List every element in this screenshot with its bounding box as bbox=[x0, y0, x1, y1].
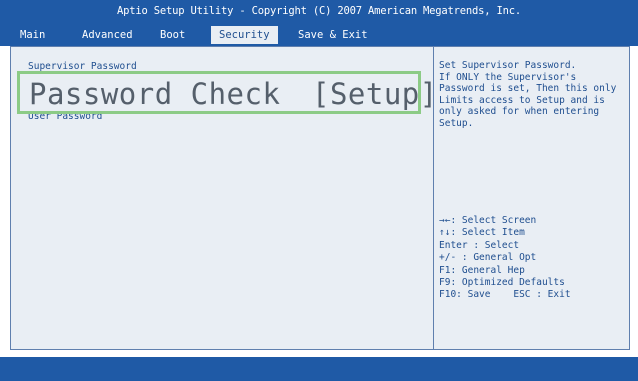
password-check-label: Password Check bbox=[29, 77, 281, 111]
password-check-highlight[interactable]: Password Check [Setup] bbox=[17, 71, 437, 114]
panel-divider bbox=[433, 47, 434, 349]
tab-boot[interactable]: Boot bbox=[160, 26, 185, 44]
header-bar: Aptio Setup Utility - Copyright (C) 2007… bbox=[0, 0, 638, 46]
help-description: Set Supervisor Password. If ONLY the Sup… bbox=[439, 60, 617, 129]
setup-panel: Supervisor Password User Password Passwo… bbox=[10, 46, 630, 350]
tab-security[interactable]: Security bbox=[211, 26, 278, 44]
key-help: →←: Select Screen ↑↓: Select Item Enter … bbox=[439, 215, 571, 301]
tab-advanced[interactable]: Advanced bbox=[82, 26, 133, 44]
footer-bar bbox=[0, 357, 638, 381]
tab-save-exit[interactable]: Save & Exit bbox=[298, 26, 368, 44]
password-check-value[interactable]: [Setup] bbox=[312, 76, 438, 112]
tab-main[interactable]: Main bbox=[20, 26, 45, 44]
app-title: Aptio Setup Utility - Copyright (C) 2007… bbox=[116, 5, 522, 17]
